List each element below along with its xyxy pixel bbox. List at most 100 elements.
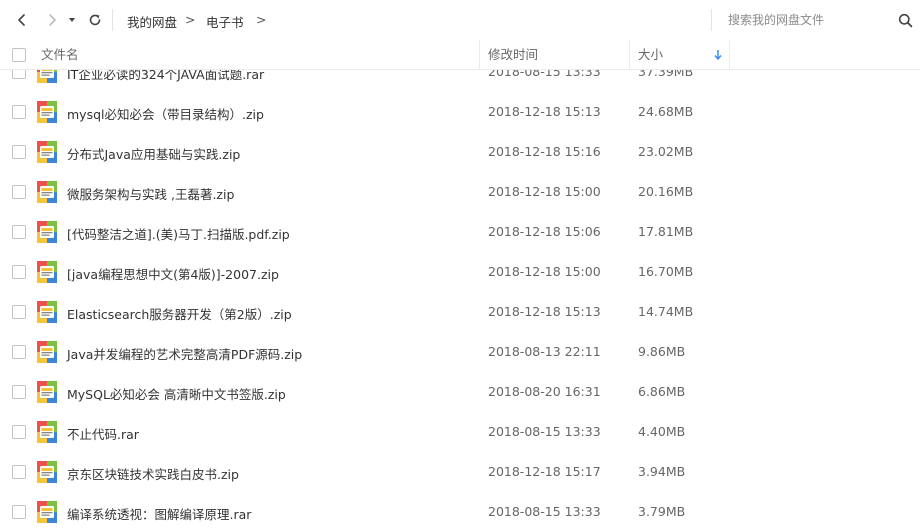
file-size: 24.68MB [638,104,694,119]
archive-file-icon [37,301,57,323]
row-checkbox[interactable] [12,345,26,359]
file-modified-time: 2018-12-18 15:16 [488,144,601,159]
file-modified-time: 2018-12-18 15:17 [488,464,601,479]
row-checkbox[interactable] [12,425,26,439]
file-name[interactable]: 京东区块链技术实践白皮书.zip [67,464,239,483]
column-header: 文件名 修改时间 大小 [0,40,920,70]
file-name[interactable]: MySQL必知必会 高清晰中文书签版.zip [67,384,286,403]
file-size: 4.40MB [638,424,686,439]
file-size: 17.81MB [638,224,694,239]
search-icon [898,13,912,27]
row-checkbox[interactable] [12,385,26,399]
file-size: 3.79MB [638,504,686,519]
toolbar: 我的网盘 > 电子书 > [0,0,920,40]
refresh-button[interactable] [83,8,107,32]
file-modified-time: 2018-08-15 13:33 [488,424,601,439]
column-header-size[interactable]: 大小 [638,40,663,70]
file-name[interactable]: 不止代码.rar [67,424,139,443]
archive-file-icon [37,70,57,83]
archive-file-icon [37,381,57,403]
file-modified-time: 2018-12-18 15:06 [488,224,601,239]
archive-file-icon [37,261,57,283]
archive-file-icon [37,501,57,523]
file-modified-time: 2018-08-20 16:31 [488,384,601,399]
file-row[interactable]: [代码整洁之道].(美)马丁.扫描版.pdf.zip 2018-12-18 15:… [0,212,920,252]
row-checkbox[interactable] [12,185,26,199]
file-row[interactable]: MySQL必知必会 高清晰中文书签版.zip 2018-08-20 16:31 6.… [0,372,920,412]
column-divider[interactable] [479,40,480,70]
file-size: 16.70MB [638,264,694,279]
file-name[interactable]: 编译系统透视：图解编译原理.rar [67,504,251,523]
archive-file-icon [37,141,57,163]
file-row[interactable]: 分布式Java应用基础与实践.zip 2018-12-18 15:16 23.02M… [0,132,920,172]
file-size: 3.94MB [638,464,686,479]
file-modified-time: 2018-08-13 22:11 [488,344,601,359]
refresh-icon [89,14,101,26]
file-modified-time: 2018-12-18 15:00 [488,184,601,199]
file-row[interactable]: Java并发编程的艺术完整高清PDF源码.zip 2018-08-13 22:11… [0,332,920,372]
back-button[interactable] [10,8,34,32]
archive-file-icon [37,181,57,203]
breadcrumb-item-ebooks[interactable]: 电子书 [206,12,244,31]
column-divider[interactable] [729,40,730,70]
file-modified-time: 2018-08-15 13:33 [488,504,601,519]
file-modified-time: 2018-12-18 15:13 [488,104,601,119]
archive-file-icon [37,101,57,123]
breadcrumb-item-root[interactable]: 我的网盘 [127,12,177,31]
archive-file-icon [37,221,57,243]
row-checkbox[interactable] [12,305,26,319]
file-size: 20.16MB [638,184,694,199]
file-row[interactable]: 京东区块链技术实践白皮书.zip 2018-12-18 15:17 3.94MB [0,452,920,492]
file-name[interactable]: [java编程思想中文(第4版)]-2007.zip [67,264,279,283]
file-name[interactable]: 微服务架构与实践 ,王磊著.zip [67,184,234,203]
file-list: IT企业必读的324个JAVA面试题.rar 2018-08-15 13:33 37… [0,70,920,530]
file-modified-time: 2018-12-18 15:13 [488,304,601,319]
forward-button[interactable] [40,8,64,32]
row-checkbox[interactable] [12,145,26,159]
file-row[interactable]: Elasticsearch服务器开发（第2版）.zip 2018-12-18 15… [0,292,920,332]
history-dropdown-button[interactable] [63,8,81,32]
file-size: 23.02MB [638,144,694,159]
chevron-left-icon [18,14,25,26]
column-divider[interactable] [629,40,630,70]
file-size: 9.86MB [638,344,686,359]
file-modified-time: 2018-12-18 15:00 [488,264,601,279]
row-checkbox[interactable] [12,505,26,519]
file-name[interactable]: Elasticsearch服务器开发（第2版）.zip [67,304,292,323]
file-name[interactable]: 分布式Java应用基础与实践.zip [67,144,240,163]
file-name[interactable]: mysql必知必会（带目录结构）.zip [67,104,264,123]
file-size: 37.39MB [638,70,694,79]
sort-down-arrow-icon[interactable] [713,49,723,61]
file-row[interactable]: mysql必知必会（带目录结构）.zip 2018-12-18 15:13 24.6… [0,92,920,132]
file-row[interactable]: 不止代码.rar 2018-08-15 13:33 4.40MB [0,412,920,452]
file-row[interactable]: 编译系统透视：图解编译原理.rar 2018-08-15 13:33 3.79MB [0,492,920,530]
row-checkbox[interactable] [12,265,26,279]
file-name[interactable]: Java并发编程的艺术完整高清PDF源码.zip [67,344,302,363]
archive-file-icon [37,341,57,363]
file-row[interactable]: 微服务架构与实践 ,王磊著.zip 2018-12-18 15:00 20.16MB [0,172,920,212]
file-row[interactable]: IT企业必读的324个JAVA面试题.rar 2018-08-15 13:33 37… [0,70,920,92]
chevron-right-icon [49,14,56,26]
file-modified-time: 2018-08-15 13:33 [488,70,601,79]
breadcrumb-separator: > [256,12,267,27]
row-checkbox[interactable] [12,465,26,479]
row-checkbox[interactable] [12,225,26,239]
breadcrumb-separator: > [185,12,196,27]
archive-file-icon [37,421,57,443]
row-checkbox[interactable] [12,105,26,119]
file-size: 14.74MB [638,304,694,319]
select-all-checkbox[interactable] [12,48,26,62]
toolbar-divider [112,9,113,31]
file-size: 6.86MB [638,384,686,399]
file-name[interactable]: [代码整洁之道].(美)马丁.扫描版.pdf.zip [67,224,290,243]
search-divider [711,9,712,31]
file-name[interactable]: IT企业必读的324个JAVA面试题.rar [67,70,264,83]
column-header-name[interactable]: 文件名 [41,40,79,70]
file-row[interactable]: [java编程思想中文(第4版)]-2007.zip 2018-12-18 15:… [0,252,920,292]
archive-file-icon [37,461,57,483]
search-input[interactable] [728,9,890,31]
column-header-modified[interactable]: 修改时间 [488,40,538,70]
search-button[interactable] [893,8,917,32]
caret-down-icon [69,18,75,22]
row-checkbox[interactable] [12,70,26,79]
